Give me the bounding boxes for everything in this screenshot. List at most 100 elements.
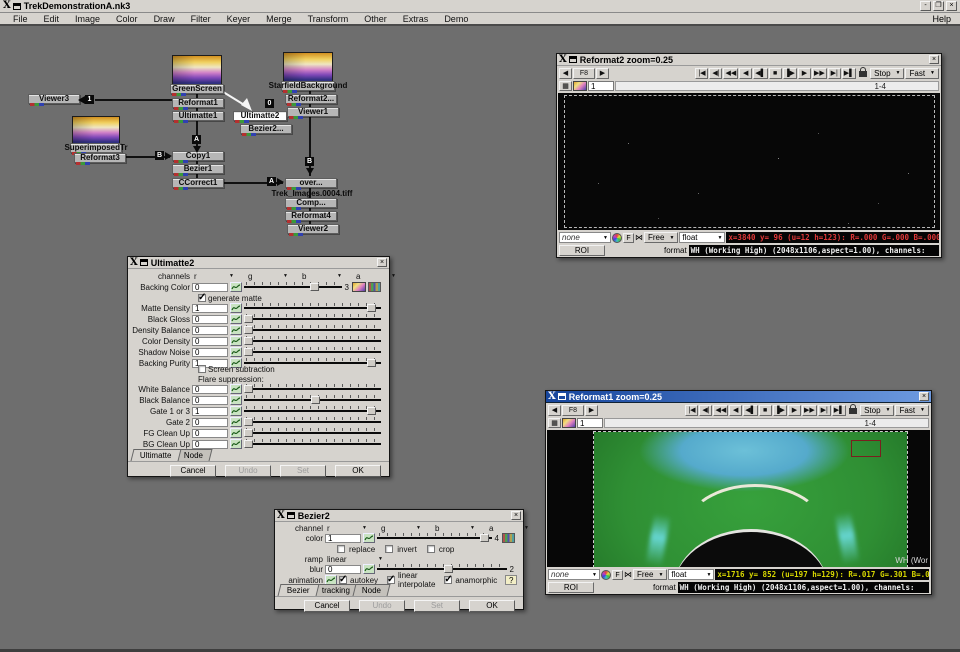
lut-select[interactable]: none▼ (548, 569, 600, 580)
playback-speed-select[interactable]: Fast▼ (905, 68, 939, 79)
crop-checkbox[interactable] (427, 545, 435, 553)
datatype-select[interactable]: float▼ (668, 569, 714, 580)
curve-button[interactable] (230, 303, 242, 313)
help-button[interactable]: ? (505, 575, 517, 585)
curve-button[interactable] (363, 533, 375, 543)
channel-select-r[interactable]: r▼ (325, 524, 369, 533)
slider-handle[interactable] (244, 337, 253, 345)
transport-button[interactable]: ◀▌ (743, 405, 757, 416)
value-field[interactable]: 1 (192, 407, 228, 416)
close-icon[interactable]: × (929, 55, 939, 64)
transport-button[interactable]: ▐▶ (773, 405, 787, 416)
channel-select-b[interactable]: b▼ (433, 524, 477, 533)
f-button[interactable]: F (612, 570, 623, 580)
transport-button[interactable]: ◀| (709, 68, 722, 79)
channel-select-g[interactable]: g▼ (379, 524, 423, 533)
lock-icon[interactable] (859, 71, 867, 77)
value-field[interactable]: 0 (192, 440, 228, 449)
value-field[interactable]: 0 (192, 396, 228, 405)
frame-field[interactable]: 1 (588, 81, 614, 91)
close-icon[interactable]: × (511, 511, 521, 520)
curve-button[interactable] (230, 347, 242, 357)
compare-icon[interactable]: ⋈ (624, 570, 632, 580)
transport-button[interactable]: ◀◀ (713, 405, 728, 416)
playback-speed-select[interactable]: Fast▼ (895, 405, 929, 416)
transport-button[interactable]: ▶| (818, 405, 831, 416)
node-reformat3[interactable]: Reformat3 (74, 153, 126, 163)
next-view-button[interactable]: ▶ (585, 405, 598, 416)
node-ultimatte2[interactable]: Ultimatte2 (233, 111, 287, 121)
channel-select-b[interactable]: b▼ (300, 272, 344, 281)
tab-node[interactable]: Node (352, 584, 390, 596)
undo-button[interactable]: Undo (359, 600, 405, 612)
node-greenscreen[interactable]: GreenScreen (170, 84, 224, 94)
node-reformat4[interactable]: Reformat4 (285, 211, 337, 221)
transport-button[interactable]: ▶ (788, 405, 801, 416)
slider[interactable] (244, 439, 381, 449)
value-field[interactable]: 1 (325, 534, 361, 543)
transport-button[interactable]: ■ (759, 405, 772, 416)
colorwheel-icon[interactable] (612, 233, 622, 243)
grid-button[interactable] (368, 282, 381, 292)
transport-button[interactable]: |◀ (695, 68, 708, 79)
autokey-checkbox[interactable] (339, 576, 347, 584)
curve-button[interactable] (230, 384, 242, 394)
transport-button[interactable]: ◀◀ (723, 68, 738, 79)
roi-button[interactable]: ROI (548, 582, 594, 593)
panel-titlebar[interactable]: X Ultimatte2 × (128, 257, 389, 269)
value-field[interactable]: 0 (192, 326, 228, 335)
value-field[interactable]: 0 (192, 348, 228, 357)
close-icon[interactable]: × (919, 392, 929, 401)
ultimatte2-panel[interactable]: X Ultimatte2 × channels r▼g▼b▼a▼ Backing… (127, 256, 390, 477)
transport-button[interactable]: ▶| (828, 68, 841, 79)
f8-button[interactable]: F8 (562, 405, 584, 416)
set-button[interactable]: Set (414, 600, 460, 612)
stop-select[interactable]: Stop▼ (860, 405, 894, 416)
slider-handle[interactable] (244, 315, 253, 323)
value-field[interactable]: 0 (192, 385, 228, 394)
curve-button[interactable] (230, 325, 242, 335)
slider-handle[interactable] (310, 283, 319, 291)
slider-handle[interactable] (480, 534, 489, 542)
datatype-select[interactable]: float▼ (679, 232, 725, 243)
node-viewer2[interactable]: Viewer2 (287, 224, 339, 234)
transport-button[interactable]: ▶ (798, 68, 811, 79)
slider-handle[interactable] (244, 348, 253, 356)
greenscreen-viewport[interactable]: WH (Wor (547, 430, 930, 567)
slider[interactable] (244, 347, 381, 357)
node-viewer1[interactable]: Viewer1 (287, 107, 339, 117)
timeline[interactable]: 1-4 (615, 81, 939, 91)
slider-handle[interactable] (367, 304, 376, 312)
colorwheel-icon[interactable] (601, 570, 611, 580)
transport-button[interactable]: ▶▶ (802, 405, 817, 416)
value-field[interactable]: 0 (192, 429, 228, 438)
value-field[interactable]: 0 (192, 337, 228, 346)
lock-icon[interactable] (849, 408, 857, 414)
timeline[interactable]: 1-4 (604, 418, 929, 428)
ramp-select[interactable]: linear▼ (325, 555, 385, 564)
set-button[interactable]: Set (280, 465, 326, 477)
slider-handle[interactable] (244, 418, 253, 426)
transport-button[interactable]: ▶▶ (812, 68, 827, 79)
replace-checkbox[interactable] (337, 545, 345, 553)
node-comp[interactable]: Comp... (285, 198, 337, 208)
panel-titlebar[interactable]: X Bezier2 × (275, 510, 523, 522)
curve-button[interactable] (230, 428, 242, 438)
node-ccorrect1[interactable]: CCorrect1 (172, 178, 224, 188)
generate-matte-checkbox[interactable] (198, 294, 206, 302)
value-field[interactable]: 0 (192, 418, 228, 427)
slider-handle[interactable] (244, 429, 253, 437)
slider-handle[interactable] (244, 440, 253, 448)
slider[interactable] (244, 282, 342, 292)
node-reformat2[interactable]: Reformat2... (285, 94, 337, 104)
f8-button[interactable]: F8 (573, 68, 595, 79)
node-ultimatte1[interactable]: Ultimatte1 (172, 111, 224, 121)
prev-view-button[interactable]: ◀ (559, 68, 572, 79)
roi-button[interactable]: ROI (559, 245, 605, 256)
curve-button[interactable] (230, 406, 242, 416)
transport-button[interactable]: ■ (769, 68, 782, 79)
value-field[interactable]: 1 (192, 304, 228, 313)
slider-handle[interactable] (244, 326, 253, 334)
slider[interactable] (244, 314, 381, 324)
close-icon[interactable]: × (377, 258, 387, 267)
